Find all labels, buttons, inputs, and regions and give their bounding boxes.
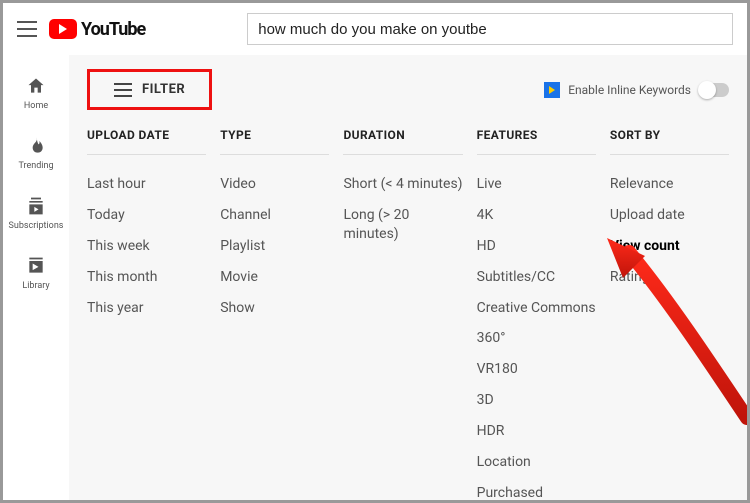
filter-option[interactable]: Today	[87, 200, 206, 231]
filter-panel: FILTER Enable Inline Keywords UPLOAD DAT…	[69, 55, 747, 500]
filter-option[interactable]: Show	[220, 293, 329, 324]
youtube-logo-text: YouTube	[81, 19, 145, 40]
sidebar-item-label: Trending	[18, 161, 53, 171]
keywords-badge-icon	[544, 82, 560, 98]
filter-option[interactable]: Location	[477, 447, 596, 478]
inline-keywords-toggle[interactable]	[699, 83, 729, 97]
search-box[interactable]	[247, 13, 733, 45]
menu-icon[interactable]	[17, 21, 37, 37]
filter-option[interactable]: Video	[220, 169, 329, 200]
sidebar-item-home[interactable]: Home	[3, 63, 69, 123]
filter-option[interactable]: Short (< 4 minutes)	[343, 169, 462, 200]
filter-option[interactable]: Rating	[610, 262, 729, 293]
filter-button[interactable]: FILTER	[87, 69, 212, 110]
filter-option[interactable]: Relevance	[610, 169, 729, 200]
filter-option[interactable]: Creative Commons	[477, 293, 596, 324]
filter-option[interactable]: 360°	[477, 323, 596, 354]
sidebar-item-label: Library	[22, 281, 49, 291]
trending-icon	[25, 135, 47, 157]
filter-option[interactable]: HDR	[477, 416, 596, 447]
filter-option[interactable]: Subtitles/CC	[477, 262, 596, 293]
enable-inline-keywords: Enable Inline Keywords	[544, 82, 729, 98]
filter-column-upload-date: UPLOAD DATE Last hour Today This week Th…	[87, 128, 206, 323]
column-title: FEATURES	[477, 128, 596, 155]
sidebar-item-subscriptions[interactable]: Subscriptions	[3, 183, 69, 243]
column-title: TYPE	[220, 128, 329, 155]
filter-column-features: FEATURES Live 4K HD Subtitles/CC Creativ…	[477, 128, 596, 500]
filter-option[interactable]: Purchased	[477, 478, 596, 500]
filter-option[interactable]: Live	[477, 169, 596, 200]
filter-button-label: FILTER	[142, 82, 185, 97]
filter-option[interactable]: 3D	[477, 385, 596, 416]
filter-option[interactable]: This year	[87, 293, 206, 324]
filter-option[interactable]: 4K	[477, 200, 596, 231]
sidebar-item-label: Home	[24, 101, 48, 111]
filter-column-sort-by: SORT BY Relevance Upload date View count…	[610, 128, 729, 293]
filter-option[interactable]: This month	[87, 262, 206, 293]
sidebar-item-label: Subscriptions	[9, 221, 64, 231]
filter-option[interactable]: Long (> 20 minutes)	[343, 200, 462, 250]
filter-option[interactable]: Upload date	[610, 200, 729, 231]
youtube-logo[interactable]: YouTube	[49, 19, 145, 40]
filter-option[interactable]: HD	[477, 231, 596, 262]
column-title: DURATION	[343, 128, 462, 155]
filter-column-duration: DURATION Short (< 4 minutes) Long (> 20 …	[343, 128, 462, 250]
column-title: UPLOAD DATE	[87, 128, 206, 155]
filter-option-selected[interactable]: View count	[610, 231, 729, 262]
column-title: SORT BY	[610, 128, 729, 155]
filter-option[interactable]: Playlist	[220, 231, 329, 262]
filter-option[interactable]: This week	[87, 231, 206, 262]
youtube-play-icon	[49, 19, 77, 39]
sidebar-item-trending[interactable]: Trending	[3, 123, 69, 183]
sidebar: Home Trending Subscriptions Library	[3, 55, 69, 500]
sidebar-item-library[interactable]: Library	[3, 243, 69, 303]
inline-keywords-label: Enable Inline Keywords	[568, 83, 691, 97]
library-icon	[25, 255, 47, 277]
filter-option[interactable]: VR180	[477, 354, 596, 385]
subscriptions-icon	[25, 195, 47, 217]
search-input[interactable]	[248, 21, 732, 38]
filter-icon	[114, 83, 132, 97]
home-icon	[25, 75, 47, 97]
filter-option[interactable]: Channel	[220, 200, 329, 231]
filter-option[interactable]: Last hour	[87, 169, 206, 200]
filter-column-type: TYPE Video Channel Playlist Movie Show	[220, 128, 329, 323]
filter-option[interactable]: Movie	[220, 262, 329, 293]
